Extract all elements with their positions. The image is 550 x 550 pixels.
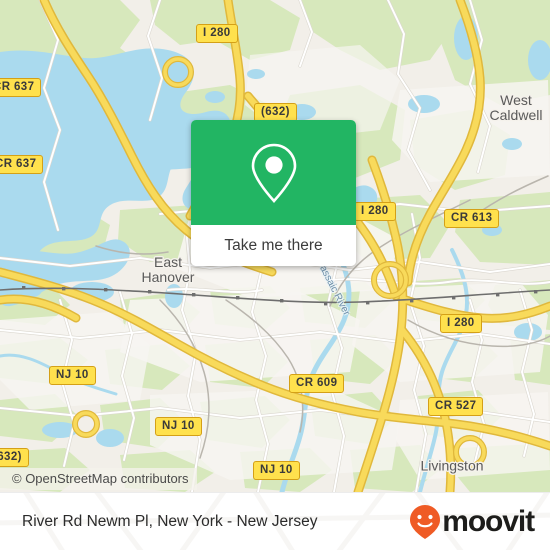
page-title: River Rd Newm Pl, New York - New Jersey: [22, 512, 318, 530]
shield-cr-637-upper: CR 637: [0, 78, 42, 97]
map-page: East Hanover West Caldwell Livingston Pa…: [0, 0, 550, 550]
shield-nj-10-mid: NJ 10: [155, 417, 202, 436]
shield-i-280-top: I 280: [196, 24, 238, 43]
shield-nj-10-left: NJ 10: [49, 366, 96, 385]
shield-cr-527: CR 527: [428, 397, 484, 416]
location-pin-icon: [251, 143, 296, 203]
location-popup-card[interactable]: Take me there: [191, 120, 356, 266]
shield-cr-637-lower: CR 637: [0, 155, 44, 174]
shield-i-280-right: I 280: [440, 314, 482, 333]
moovit-pin-smiley-icon: [410, 504, 441, 539]
shield-nj-10-bottom: NJ 10: [253, 461, 300, 480]
moovit-wordmark: moovit: [442, 504, 535, 538]
take-me-there-button[interactable]: Take me there: [191, 225, 356, 266]
shield-i-280-mid: I 280: [354, 202, 396, 221]
take-me-there-label: Take me there: [224, 236, 323, 254]
popup-pin-area: [191, 120, 356, 225]
shield-632-bottom: (632): [0, 448, 29, 467]
osm-attribution[interactable]: © OpenStreetMap contributors: [0, 468, 197, 490]
map-canvas[interactable]: East Hanover West Caldwell Livingston Pa…: [0, 0, 550, 492]
shield-cr-609: CR 609: [289, 374, 345, 393]
moovit-logo[interactable]: moovit: [409, 504, 535, 540]
footer-bar: River Rd Newm Pl, New York - New Jersey …: [0, 492, 550, 550]
shield-cr-613: CR 613: [444, 209, 500, 228]
